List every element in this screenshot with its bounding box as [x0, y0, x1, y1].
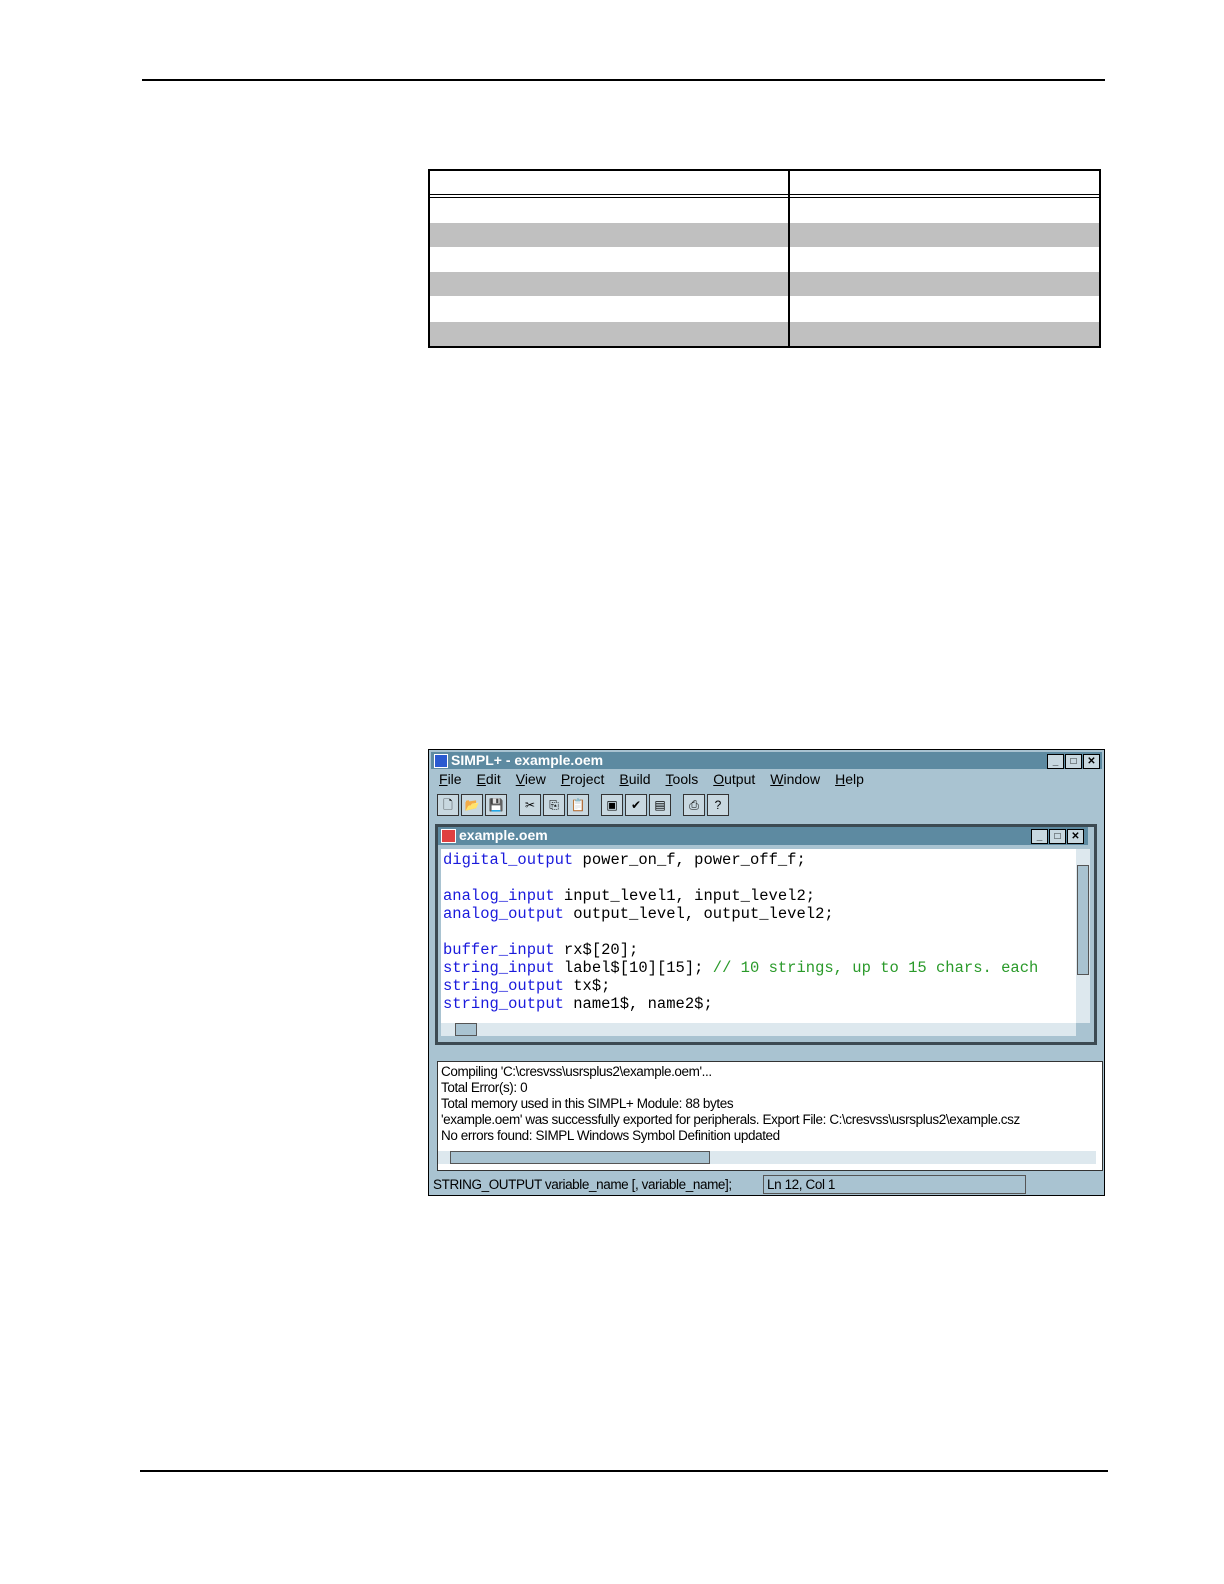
- toolbar: 🗋 📂 💾 ✂ ⎘ 📋 ▣ ✔ ▤ ⎙?: [437, 794, 729, 816]
- code-editor[interactable]: digital_output power_on_f, power_off_f;a…: [441, 849, 1076, 1025]
- table-row: [430, 297, 1099, 321]
- output-line: Compiling 'C:\cresvss\usrsplus2\example.…: [441, 1064, 712, 1079]
- editor-window: example.oem _ □ ✕ digital_output power_on_…: [435, 824, 1097, 1045]
- child-close-button[interactable]: ✕: [1067, 829, 1084, 844]
- code-text: name1$, name2$;: [563, 995, 713, 1013]
- column-divider: [788, 171, 790, 346]
- keyword: analog_input: [443, 887, 555, 905]
- output-line: No errors found: SIMPL Windows Symbol De…: [441, 1128, 780, 1143]
- keyword: buffer_input: [443, 941, 555, 959]
- status-bar: STRING_OUTPUT variable_name [, variable_…: [433, 1175, 1101, 1194]
- minimize-button[interactable]: _: [1047, 754, 1064, 769]
- keyword: analog_output: [443, 905, 564, 923]
- print-icon[interactable]: ⎙: [683, 794, 705, 816]
- code-text: power_on_f, power_off_f;: [573, 851, 806, 869]
- code-text: output_level, output_level2;: [563, 905, 834, 923]
- header-rule: [142, 79, 1105, 81]
- table-row: [430, 272, 1099, 296]
- output-horizontal-scrollbar[interactable]: [438, 1151, 1096, 1164]
- save-compile-icon[interactable]: ▤: [649, 794, 671, 816]
- output-line: Total Error(s): 0: [441, 1080, 528, 1095]
- close-button[interactable]: ✕: [1083, 754, 1100, 769]
- window-title: SIMPL+ - example.oem: [451, 752, 604, 768]
- title-bar: SIMPL+ - example.oem _ □ ✕: [431, 752, 1102, 769]
- keyword: string_input: [443, 959, 555, 977]
- new-icon[interactable]: 🗋: [437, 794, 459, 816]
- code-line: string_output tx$;: [443, 977, 1076, 995]
- cursor-position: Ln 12, Col 1: [763, 1175, 1026, 1194]
- code-line: string_output name1$, name2$;: [443, 995, 1076, 1013]
- output-line: Total memory used in this SIMPL+ Module:…: [441, 1096, 734, 1111]
- menu-bar: File Edit View Project Build Tools Output Windo…: [439, 771, 864, 787]
- keyword: string_output: [443, 977, 564, 995]
- keyword: digital_output: [443, 851, 574, 869]
- code-line: analog_output output_level, output_level…: [443, 905, 1076, 923]
- output-line: 'example.oem' was successfully exported …: [441, 1112, 1020, 1127]
- code-line: digital_output power_on_f, power_off_f;: [443, 851, 1076, 869]
- copy-icon[interactable]: ⎘: [543, 794, 565, 816]
- menu-tools[interactable]: Tools: [666, 771, 699, 787]
- table-row: [430, 248, 1099, 272]
- keyword: string_output: [443, 995, 564, 1013]
- child-minimize-button[interactable]: _: [1031, 829, 1048, 844]
- paste-icon[interactable]: 📋: [567, 794, 589, 816]
- comment: // 10 strings, up to 15 chars. each: [712, 959, 1039, 977]
- compile-icon[interactable]: ▣: [601, 794, 623, 816]
- code-text: input_level1, input_level2;: [554, 887, 816, 905]
- menu-build[interactable]: Build: [619, 771, 650, 787]
- editor-horizontal-scrollbar[interactable]: [441, 1023, 1076, 1036]
- help-icon[interactable]: ?: [707, 794, 729, 816]
- maximize-button[interactable]: □: [1065, 754, 1082, 769]
- save-icon[interactable]: 💾: [485, 794, 507, 816]
- table-header: [430, 171, 1099, 198]
- menu-edit[interactable]: Edit: [477, 771, 501, 787]
- status-hint: STRING_OUTPUT variable_name [, variable_…: [433, 1177, 732, 1192]
- menu-file[interactable]: File: [439, 771, 462, 787]
- table-row: [430, 199, 1099, 223]
- cut-icon[interactable]: ✂: [519, 794, 541, 816]
- child-title-bar: example.oem _ □ ✕: [438, 827, 1088, 845]
- simpl-file-icon: [441, 829, 456, 843]
- menu-view[interactable]: View: [516, 771, 546, 787]
- simpl-plus-window: SIMPL+ - example.oem _ □ ✕ File Edit View Pro…: [428, 749, 1105, 1196]
- code-text: label$[10][15];: [554, 959, 713, 977]
- code-text: rx$[20];: [554, 941, 639, 959]
- footer-rule: [140, 1470, 1108, 1472]
- menu-project[interactable]: Project: [561, 771, 605, 787]
- empty-table: [428, 169, 1101, 348]
- code-line: buffer_input rx$[20];: [443, 941, 1076, 959]
- export-icon[interactable]: ✔: [625, 794, 647, 816]
- menu-window[interactable]: Window: [770, 771, 820, 787]
- app-icon: [434, 754, 448, 768]
- vertical-scrollbar[interactable]: [1076, 849, 1090, 1023]
- table-row: [430, 223, 1099, 247]
- document-page: SIMPL+ - example.oem _ □ ✕ File Edit View Pro…: [0, 0, 1224, 1584]
- code-text: tx$;: [563, 977, 611, 995]
- code-line: string_input label$[10][15]; // 10 strin…: [443, 959, 1076, 977]
- menu-output[interactable]: Output: [713, 771, 755, 787]
- child-title: example.oem: [459, 827, 548, 843]
- menu-help[interactable]: Help: [835, 771, 864, 787]
- child-maximize-button[interactable]: □: [1049, 829, 1066, 844]
- code-line: analog_input input_level1, input_level2;: [443, 887, 1076, 905]
- open-icon[interactable]: 📂: [461, 794, 483, 816]
- table-row: [430, 322, 1099, 346]
